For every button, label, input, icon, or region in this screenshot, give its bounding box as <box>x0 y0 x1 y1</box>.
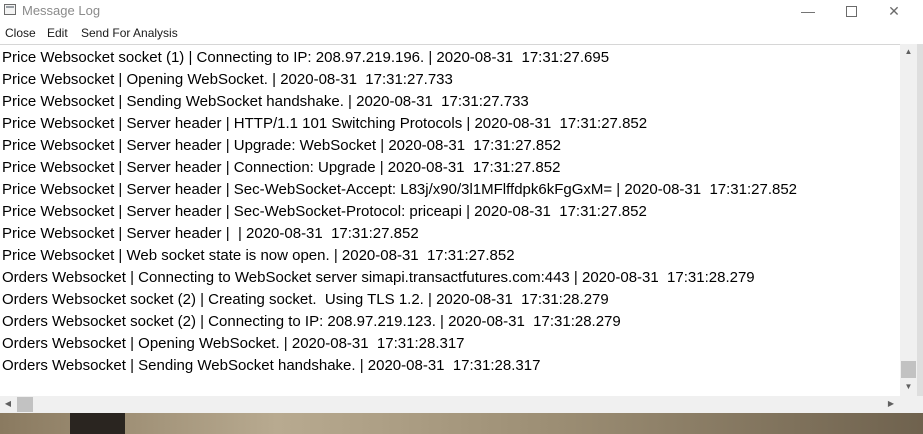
horizontal-scroll-thumb[interactable] <box>17 397 33 412</box>
log-line: Price Websocket | Server header | Connec… <box>2 159 561 176</box>
app-window-icon <box>4 4 16 15</box>
vertical-scrollbar[interactable]: ▲ ▼ <box>900 44 917 396</box>
log-line: Orders Websocket socket (2) | Connecting… <box>2 313 621 330</box>
minimize-icon: — <box>801 3 815 19</box>
log-line: Price Websocket | Server header | Upgrad… <box>2 137 561 154</box>
window-title: Message Log <box>22 3 101 18</box>
minimize-button[interactable]: — <box>785 0 831 22</box>
menu-send-for-analysis[interactable]: Send For Analysis <box>81 26 178 40</box>
log-line: Orders Websocket | Opening WebSocket. | … <box>2 335 465 352</box>
maximize-icon <box>845 5 857 17</box>
window-border <box>917 44 923 396</box>
log-line: Orders Websocket | Sending WebSocket han… <box>2 357 541 374</box>
scroll-left-icon[interactable]: ◀ <box>3 399 13 408</box>
desktop-background-detail <box>70 413 125 434</box>
scroll-up-icon[interactable]: ▲ <box>900 47 917 56</box>
menu-edit[interactable]: Edit <box>47 26 68 40</box>
scroll-right-icon[interactable]: ▶ <box>886 399 896 408</box>
scrollbar-corner <box>900 396 923 413</box>
log-line: Price Websocket | Server header | | 2020… <box>2 225 419 242</box>
log-line: Orders Websocket | Connecting to WebSock… <box>2 269 755 286</box>
menu-bar: Close Edit Send For Analysis <box>0 23 923 44</box>
log-line: Price Websocket | Web socket state is no… <box>2 247 515 264</box>
log-line: Price Websocket socket (1) | Connecting … <box>2 49 610 66</box>
log-line: Orders Websocket socket (2) | Creating s… <box>2 291 609 308</box>
log-line: Price Websocket | Sending WebSocket hand… <box>2 93 529 110</box>
scroll-down-icon[interactable]: ▼ <box>900 382 917 391</box>
close-icon: ✕ <box>888 3 900 19</box>
log-line: Price Websocket | Server header | Sec-We… <box>2 181 798 198</box>
menu-close[interactable]: Close <box>5 26 36 40</box>
log-line: Price Websocket | Server header | HTTP/1… <box>2 115 648 132</box>
message-log-textarea[interactable]: Price Websocket socket (1) | Connecting … <box>0 44 900 397</box>
vertical-scroll-thumb[interactable] <box>901 361 916 378</box>
close-window-button[interactable]: ✕ <box>871 0 917 22</box>
maximize-button[interactable] <box>828 0 874 22</box>
horizontal-scrollbar[interactable]: ◀ ▶ <box>0 396 900 413</box>
log-line: Price Websocket | Server header | Sec-We… <box>2 203 647 220</box>
log-line: Price Websocket | Opening WebSocket. | 2… <box>2 71 453 88</box>
desktop-background <box>0 413 923 434</box>
title-bar: Message Log — ✕ <box>0 0 923 22</box>
